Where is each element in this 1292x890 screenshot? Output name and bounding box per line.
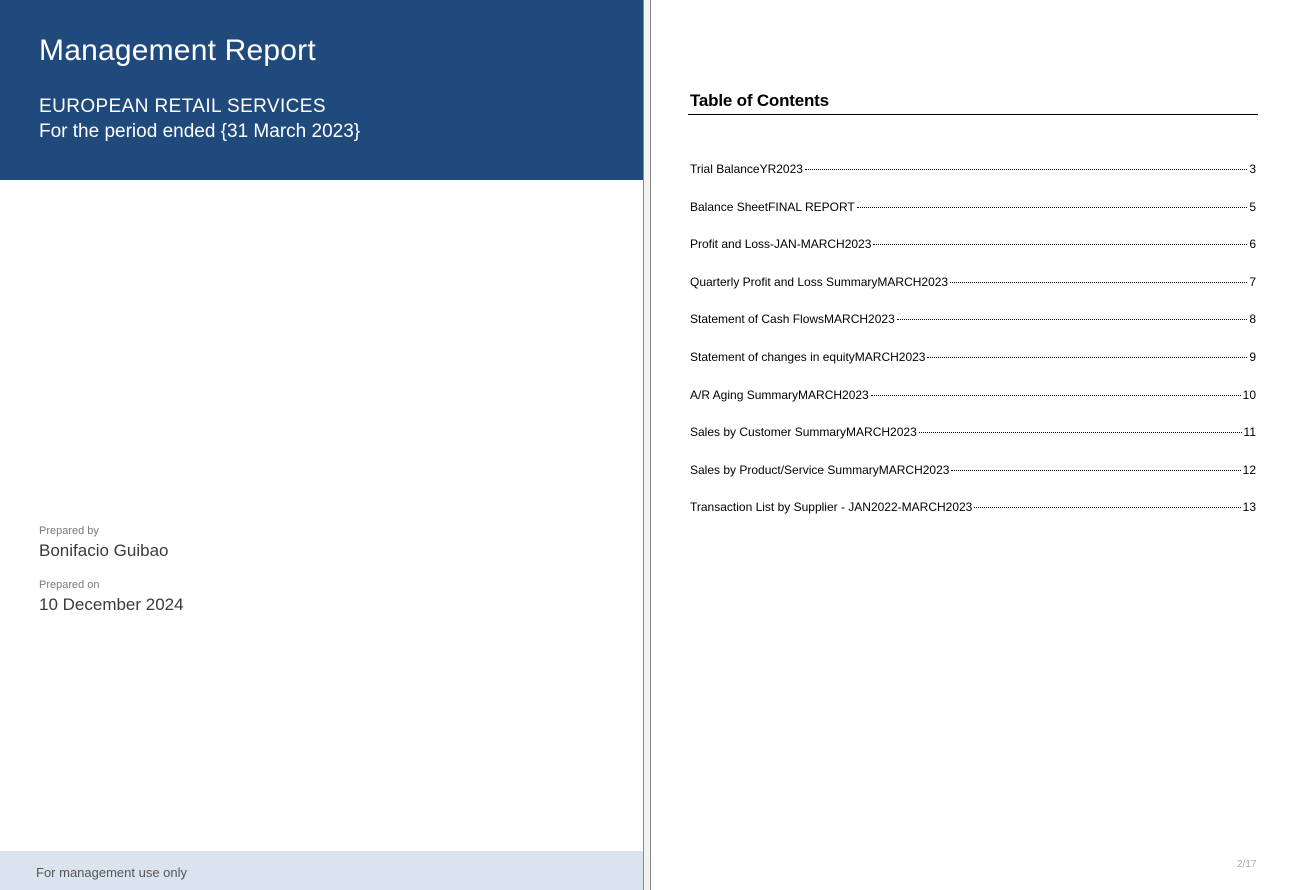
toc-entry-page: 10 [1242,387,1256,402]
toc-dot-leader [950,281,1248,283]
prepared-by-value: Bonifacio Guibao [39,541,169,560]
toc-entry-title: Statement of changes in equityMARCH2023 [690,349,926,364]
page-divider [643,0,651,890]
toc-dot-leader [974,507,1241,509]
toc-heading: Table of Contents [690,91,829,110]
cover-header-band: Management Report EUROPEAN RETAIL SERVIC… [0,0,643,180]
toc-entry-title: Profit and Loss-JAN-MARCH2023 [690,237,872,252]
cover-footer-band: For management use only [0,851,643,890]
toc-page: Table of Contents Trial BalanceYR2023 3 … [651,0,1292,890]
toc-entry-page: 12 [1242,462,1256,477]
toc-entry[interactable]: Balance SheetFINAL REPORT 5 [690,200,1256,238]
toc-dot-leader [951,469,1241,471]
toc-entry[interactable]: Statement of changes in equityMARCH2023 … [690,350,1256,388]
toc-entry-title: A/R Aging SummaryMARCH2023 [690,387,869,402]
toc-entry-page: 13 [1242,500,1256,515]
toc-entry-page: 8 [1249,312,1256,327]
toc-dot-leader [870,394,1241,396]
toc-entry-page: 6 [1249,237,1256,252]
toc-entry-page: 3 [1249,162,1256,176]
company-name: EUROPEAN RETAIL SERVICES [39,96,326,117]
toc-entry-title: Balance SheetFINAL REPORT [690,199,855,214]
toc-dot-leader [804,169,1248,170]
toc-entry-title: Quarterly Profit and Loss SummaryMARCH20… [690,274,949,289]
toc-dot-leader [873,244,1248,246]
toc-entry[interactable]: Sales by Customer SummaryMARCH2023 11 [690,425,1256,463]
toc-entry[interactable]: Profit and Loss-JAN-MARCH2023 6 [690,237,1256,275]
report-title: Management Report [39,34,316,67]
prepared-on-label: Prepared on [39,579,100,591]
toc-entry-page: 7 [1249,274,1256,289]
toc-entry-title: Sales by Product/Service SummaryMARCH202… [690,462,950,477]
prepared-by-label: Prepared by [39,525,99,537]
toc-entry[interactable]: Quarterly Profit and Loss SummaryMARCH20… [690,275,1256,313]
toc-entry-title: Trial BalanceYR2023 [690,162,803,176]
toc-entry[interactable]: Statement of Cash FlowsMARCH2023 8 [690,312,1256,350]
toc-entry[interactable]: A/R Aging SummaryMARCH2023 10 [690,388,1256,426]
footer-note: For management use only [36,865,188,880]
toc-entry[interactable]: Sales by Product/Service SummaryMARCH202… [690,463,1256,501]
toc-entry-page: 11 [1243,425,1256,440]
toc-list: Trial BalanceYR2023 3 Balance SheetFINAL… [690,162,1256,538]
toc-entry-page: 9 [1249,349,1256,364]
cover-page: Management Report EUROPEAN RETAIL SERVIC… [0,0,643,890]
page-indicator: 2/17 [1237,859,1257,870]
toc-dot-leader [856,206,1248,208]
document-viewer: Management Report EUROPEAN RETAIL SERVIC… [0,0,1292,890]
toc-dot-leader [927,356,1248,358]
toc-entry-page: 5 [1249,199,1256,214]
toc-entry[interactable]: Transaction List by Supplier - JAN2022-M… [690,500,1256,538]
report-period: For the period ended {31 March 2023} [39,121,361,142]
toc-entry-title: Statement of Cash FlowsMARCH2023 [690,312,895,327]
prepared-on-value: 10 December 2024 [39,595,184,614]
toc-entry-title: Transaction List by Supplier - JAN2022-M… [690,500,973,515]
toc-dot-leader [918,432,1242,434]
toc-heading-rule [688,114,1258,115]
toc-dot-leader [896,319,1248,321]
toc-entry[interactable]: Trial BalanceYR2023 3 [690,162,1256,200]
toc-entry-title: Sales by Customer SummaryMARCH2023 [690,425,917,440]
